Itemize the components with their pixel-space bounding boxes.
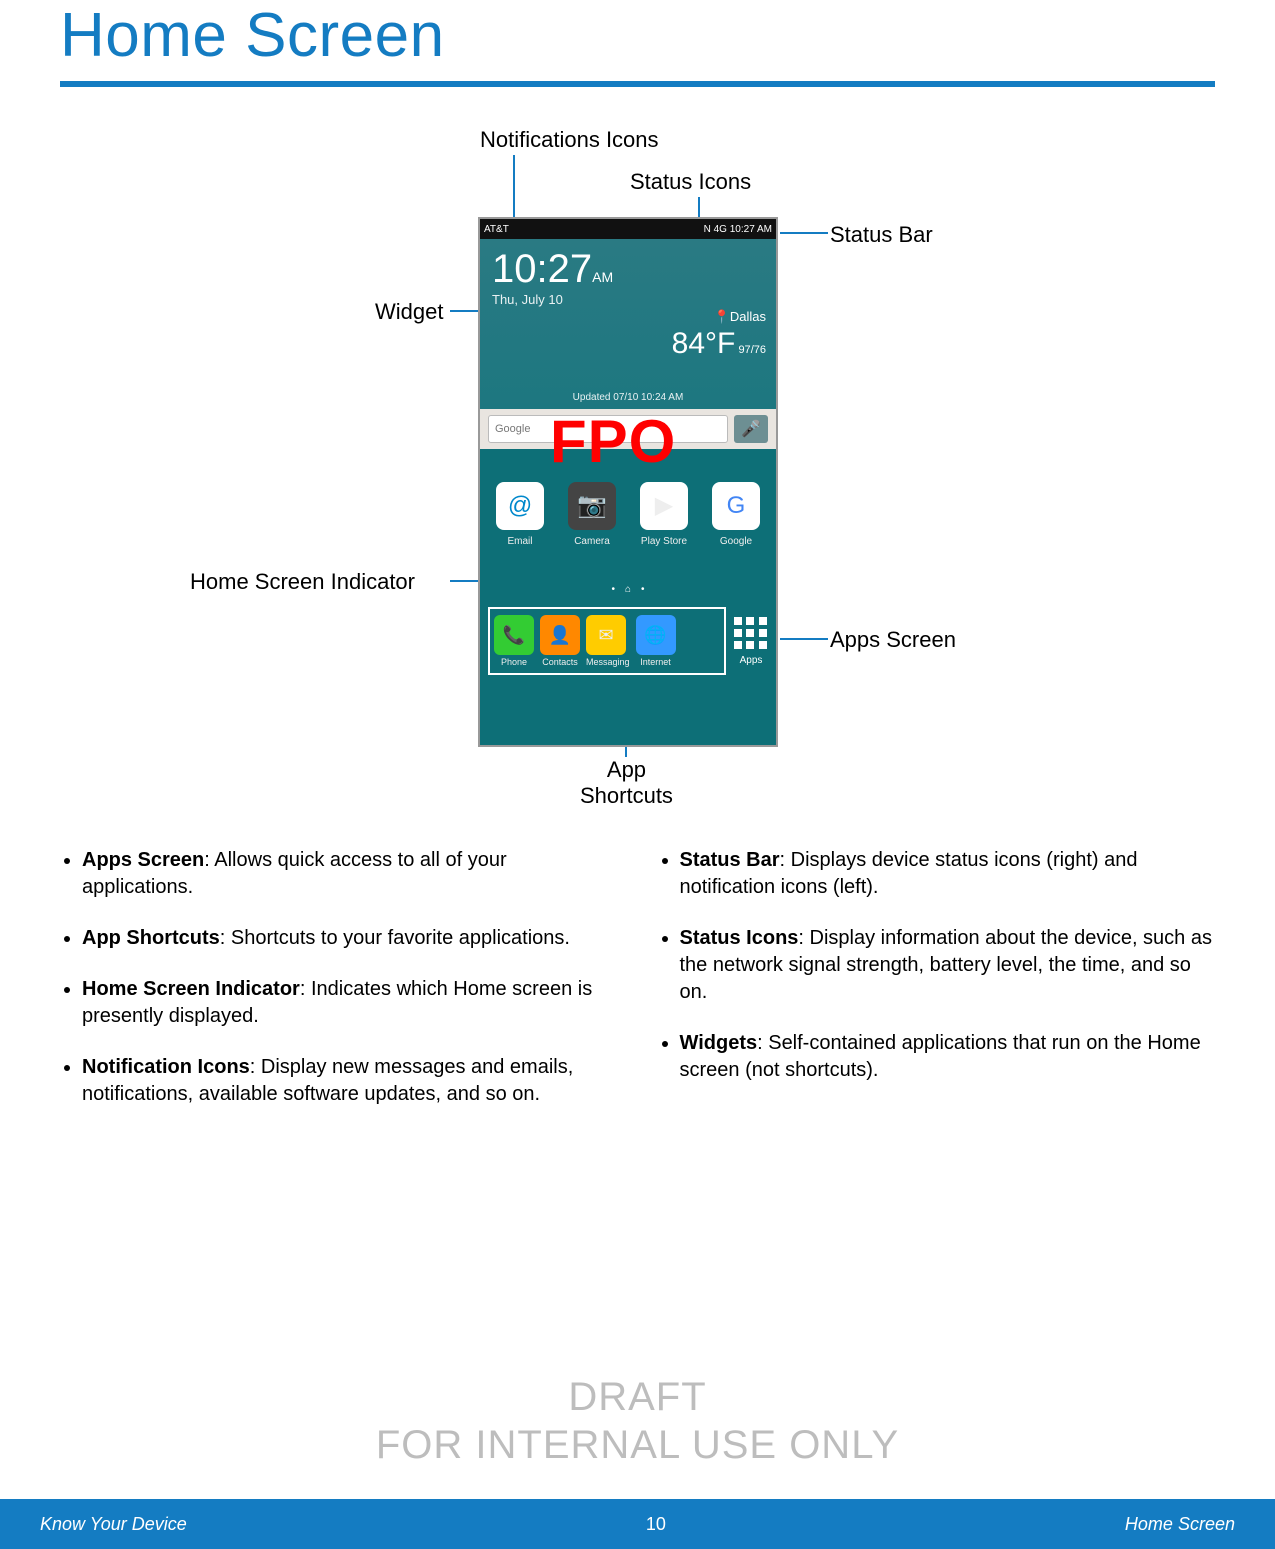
title-rule <box>60 81 1215 87</box>
footer-right: Home Screen <box>1125 1514 1235 1535</box>
callout-home-screen-indicator: Home Screen Indicator <box>190 569 415 595</box>
apps-screen-button[interactable]: Apps <box>734 617 768 666</box>
callout-widget: Widget <box>375 299 443 325</box>
bullet-col-left: Apps Screen: Allows quick access to all … <box>60 847 618 1132</box>
app-icon-camera[interactable]: 📷Camera <box>563 482 621 547</box>
bullet-item: Home Screen Indicator: Indicates which H… <box>82 976 618 1030</box>
dock-label: Contacts <box>542 657 578 667</box>
fpo-stamp: FPO <box>550 407 676 476</box>
app-icon-playstore[interactable]: ▶Play Store <box>635 482 693 547</box>
app-label: Email <box>507 536 532 547</box>
draft-top: DRAFT <box>0 1373 1275 1421</box>
widget-lo: 76 <box>754 344 766 356</box>
dock-label: Internet <box>640 657 671 667</box>
app-icon-google[interactable]: GGoogle <box>707 482 765 547</box>
callout-notifications-icons: Notifications Icons <box>480 127 659 153</box>
app-label: Play Store <box>641 536 687 547</box>
phone-mock: AT&T N 4G 10:27 AM 10:27AM Thu, July 10 … <box>478 217 778 747</box>
callout-app-shortcuts: App Shortcuts <box>580 757 673 809</box>
draft-bottom: FOR INTERNAL USE ONLY <box>0 1421 1275 1469</box>
app-label: Camera <box>574 536 610 547</box>
callout-status-icons: Status Icons <box>630 169 751 195</box>
leader-line <box>780 638 828 640</box>
dock-box: 📞Phone 👤Contacts ✉Messaging 🌐Internet <box>488 607 726 675</box>
dock-contacts[interactable]: 👤Contacts <box>540 615 580 667</box>
widget-am: AM <box>592 269 613 285</box>
page-title: Home Screen <box>0 0 1275 81</box>
bullet-item: Widgets: Self-contained applications tha… <box>680 1030 1216 1084</box>
dock-area: 📞Phone 👤Contacts ✉Messaging 🌐Internet Ap… <box>480 599 776 685</box>
status-bar: AT&T N 4G 10:27 AM <box>480 219 776 239</box>
widget-updated: Updated 07/10 10:24 AM <box>480 392 776 403</box>
bullet-item: App Shortcuts: Shortcuts to your favorit… <box>82 925 618 952</box>
draft-watermark: DRAFT FOR INTERNAL USE ONLY <box>0 1373 1275 1469</box>
leader-line <box>780 232 828 234</box>
bullet-col-right: Status Bar: Displays device status icons… <box>658 847 1216 1132</box>
apps-label: Apps <box>740 655 763 666</box>
dock-messaging[interactable]: ✉Messaging <box>586 615 630 667</box>
callout-status-bar: Status Bar <box>830 222 933 248</box>
leader-line <box>513 155 515 225</box>
app-label: Google <box>720 536 752 547</box>
carrier-label: AT&T <box>484 224 509 235</box>
mic-icon[interactable]: 🎤 <box>734 415 768 443</box>
bullet-columns: Apps Screen: Allows quick access to all … <box>0 817 1275 1132</box>
bullet-item: Apps Screen: Allows quick access to all … <box>82 847 618 901</box>
bullet-item: Notification Icons: Display new messages… <box>82 1054 618 1108</box>
callout-apps-screen: Apps Screen <box>830 627 956 653</box>
footer-left: Know Your Device <box>40 1514 187 1535</box>
dock-label: Messaging <box>586 657 630 667</box>
footer-page-number: 10 <box>646 1514 666 1535</box>
app-icon-email[interactable]: @Email <box>491 482 549 547</box>
weather-widget: 10:27AM Thu, July 10 📍Dallas 84°F 97/76 … <box>480 239 776 409</box>
home-screen-indicator: •⌂• <box>480 579 776 599</box>
dock-internet[interactable]: 🌐Internet <box>636 615 676 667</box>
page-footer: Know Your Device 10 Home Screen <box>0 1499 1275 1549</box>
dock-label: Phone <box>501 657 527 667</box>
bullet-item: Status Bar: Displays device status icons… <box>680 847 1216 901</box>
diagram: Notifications Icons Status Icons Status … <box>0 117 1275 817</box>
bullet-item: Status Icons: Display information about … <box>680 925 1216 1006</box>
widget-temp: 84°F <box>672 327 736 360</box>
status-icons-text: N 4G 10:27 AM <box>704 224 772 235</box>
widget-date: Thu, July 10 <box>492 292 764 307</box>
widget-hi: 97 <box>738 344 750 356</box>
dock-phone[interactable]: 📞Phone <box>494 615 534 667</box>
widget-location: Dallas <box>730 309 766 324</box>
widget-time: 10:27 <box>492 247 592 291</box>
